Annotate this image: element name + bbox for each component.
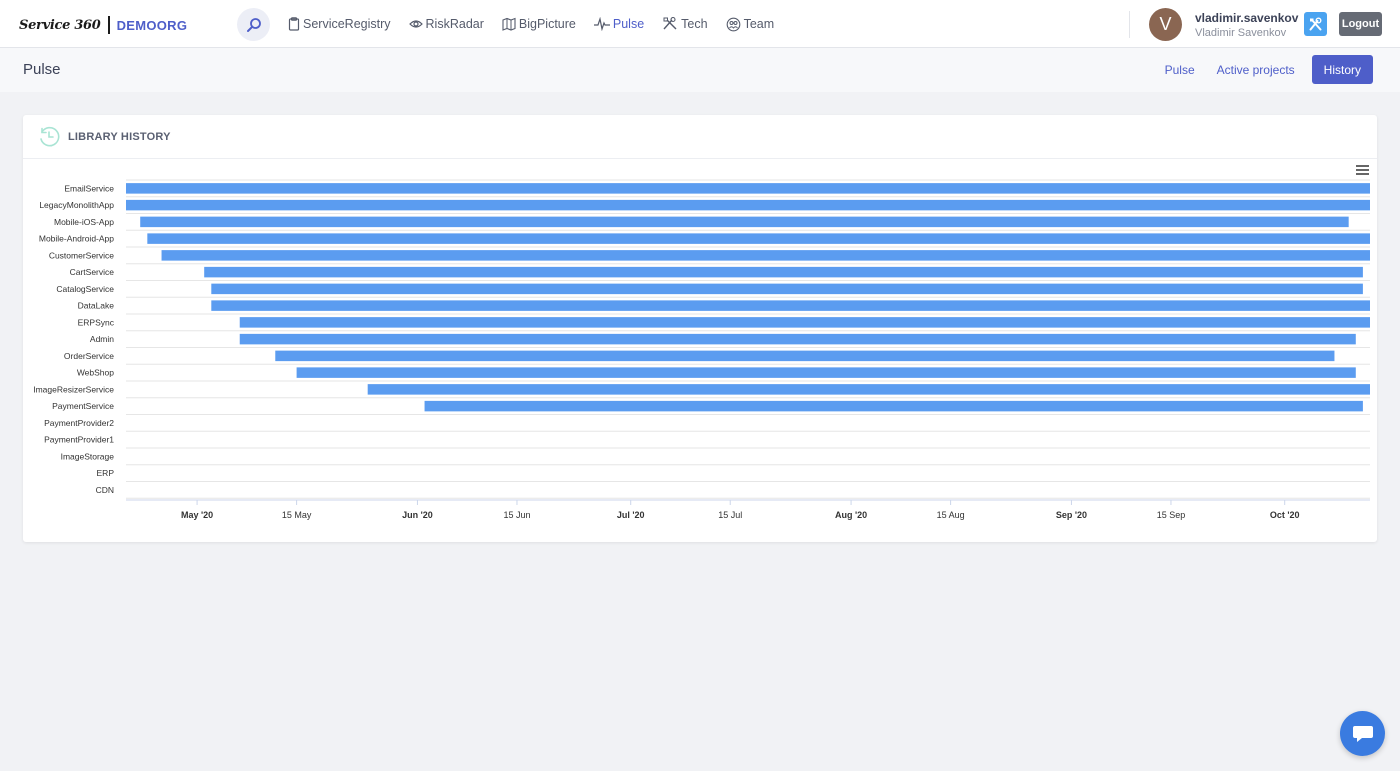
- page-title: Pulse: [23, 61, 61, 78]
- nav-label: Tech: [681, 17, 708, 31]
- timeline-bar: [204, 266, 1363, 278]
- x-tick-label: 15 Jun: [503, 510, 530, 520]
- nav-item-pulse[interactable]: Pulse: [593, 17, 645, 31]
- timeline-bar: [275, 350, 1335, 362]
- brand-logo: Service 360: [19, 17, 101, 33]
- brand-org: DEMOORG: [116, 17, 188, 33]
- x-tick-label: Oct '20: [1270, 510, 1300, 520]
- category-label: CustomerService: [49, 250, 114, 260]
- avatar[interactable]: V: [1149, 8, 1182, 41]
- timeline-bar: [239, 333, 1356, 345]
- timeline-bar: [424, 400, 1363, 412]
- subnav-pulse[interactable]: Pulse: [1154, 55, 1206, 84]
- search-icon: [246, 17, 261, 32]
- category-label: LegacyMonolithApp: [39, 200, 114, 210]
- category-label: ImageStorage: [61, 451, 115, 461]
- x-tick-label: 15 May: [282, 510, 312, 520]
- nav-item-serviceregistry[interactable]: ServiceRegistry: [288, 17, 391, 31]
- library-history-card: LIBRARY HISTORY EmailService LegacyMonoli…: [23, 115, 1377, 542]
- x-tick-label: May '20: [181, 510, 213, 520]
- category-label: CatalogService: [56, 284, 114, 294]
- chat-bubble-icon: [1352, 725, 1373, 742]
- nav-item-team[interactable]: Team: [726, 17, 775, 32]
- map-icon: [502, 17, 516, 31]
- pulse-icon: [593, 17, 610, 31]
- category-label: OrderService: [64, 351, 114, 361]
- user-full-name: Vladimir Savenkov: [1195, 27, 1287, 39]
- x-tick-label: 15 Aug: [937, 510, 965, 520]
- subnav-active-projects[interactable]: Active projects: [1206, 55, 1306, 84]
- chat-button[interactable]: [1340, 711, 1385, 756]
- timeline-bar: [126, 183, 1370, 194]
- x-tick-label: Jul '20: [617, 510, 645, 520]
- nav-label: ServiceRegistry: [303, 17, 391, 31]
- category-label: DataLake: [78, 301, 115, 311]
- timeline-bar: [147, 233, 1371, 244]
- timeline-bar: [296, 367, 1356, 378]
- x-tick-label: Aug '20: [835, 510, 867, 520]
- nav-divider: [1129, 11, 1130, 38]
- timeline-bar: [211, 283, 1363, 295]
- x-tick-label: 15 Sep: [1157, 510, 1186, 520]
- brand[interactable]: Service 360 DEMOORG: [19, 13, 187, 37]
- search-button[interactable]: [237, 8, 270, 41]
- category-label: PaymentProvider2: [44, 418, 114, 428]
- x-tick-label: 15 Jul: [718, 510, 742, 520]
- category-label: CDN: [96, 485, 114, 495]
- logout-button[interactable]: Logout: [1339, 12, 1382, 36]
- timeline-bar: [367, 384, 1371, 395]
- category-label: PaymentService: [52, 401, 114, 411]
- category-label: ImageResizerService: [33, 384, 114, 394]
- timeline-bar: [140, 216, 1349, 228]
- user-login: vladimir.savenkov: [1195, 11, 1299, 25]
- category-label: ERP: [97, 468, 115, 478]
- admin-tools-button[interactable]: [1304, 12, 1327, 36]
- category-label: Mobile-iOS-App: [54, 217, 114, 227]
- wrench-screwdriver-icon: [1309, 17, 1322, 30]
- main-nav: ServiceRegistry RiskRadar BigPicture Pul…: [288, 0, 792, 48]
- nav-label: BigPicture: [518, 17, 576, 31]
- category-label: Admin: [90, 334, 114, 344]
- timeline-bar: [211, 300, 1370, 311]
- category-label: CartService: [70, 267, 115, 277]
- gantt-chart: EmailService LegacyMonolithApp Mobile-iOS-…: [33, 179, 1371, 520]
- timeline-bar: [126, 199, 1370, 211]
- nav-item-riskradar[interactable]: RiskRadar: [408, 17, 484, 31]
- clipboard-icon: [288, 17, 300, 31]
- subnav-history[interactable]: History: [1311, 55, 1373, 84]
- x-tick-label: Jun '20: [402, 510, 433, 520]
- category-label: ERPSync: [78, 317, 115, 327]
- eye-icon: [408, 20, 423, 28]
- nav-label: Pulse: [612, 17, 645, 31]
- brand-divider: [107, 16, 110, 34]
- page-subheader: Pulse Pulse Active projects History: [0, 48, 1400, 92]
- category-label: EmailService: [64, 183, 114, 193]
- category-label: PaymentProvider1: [44, 435, 114, 445]
- nav-label: Team: [743, 17, 775, 31]
- nav-item-tech[interactable]: Tech: [662, 17, 708, 31]
- timeline-bar: [161, 250, 1371, 261]
- category-label: Mobile-Android-App: [39, 234, 114, 244]
- team-icon: [726, 17, 740, 31]
- page-subnav: Pulse Active projects History: [1154, 55, 1373, 84]
- nav-label: RiskRadar: [425, 17, 484, 31]
- tools-icon: [663, 17, 677, 30]
- nav-item-bigpicture[interactable]: BigPicture: [502, 17, 576, 31]
- timeline-bar: [239, 317, 1370, 328]
- category-label: WebShop: [77, 368, 114, 378]
- user-info[interactable]: vladimir.savenkov Vladimir Savenkov: [1195, 11, 1298, 40]
- top-navbar: Service 360 DEMOORG ServiceRegistry Risk…: [0, 0, 1400, 48]
- x-tick-label: Sep '20: [1056, 510, 1087, 520]
